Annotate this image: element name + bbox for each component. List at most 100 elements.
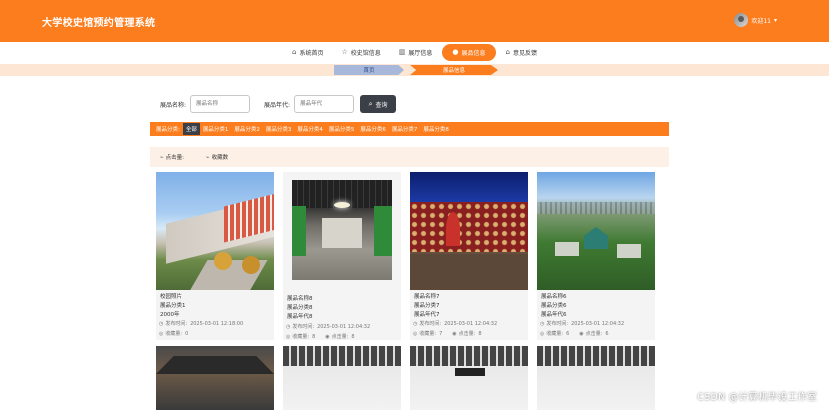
era-label: 展品年代: — [264, 101, 291, 109]
fav-label: 收藏量: — [419, 331, 437, 337]
breadcrumb-current: 展品信息 — [410, 65, 498, 75]
watermark: CSDN @计算机毕设工作室 — [697, 392, 817, 403]
clock-icon: ◷ — [413, 320, 418, 327]
published-label: 发布时间: — [419, 321, 442, 327]
search-button[interactable]: ⌕ 查询 — [360, 95, 397, 113]
nav-item-museum-info[interactable]: ☆ 校史馆信息 — [333, 44, 388, 60]
clicks-value: 8 — [478, 330, 482, 337]
main-nav: ⌂ 系统首页 ☆ 校史馆信息 ▥ 展厅信息 ● 展品信息 ⌂ 意见反馈 — [0, 42, 829, 62]
name-label: 展品名称: — [160, 101, 187, 109]
exhibit-stats: ◎ 收藏量: 8 ◉ 点击量: 8 — [286, 333, 355, 341]
published-value: 2025-03-01 12:04:32 — [571, 320, 625, 327]
fav-label: 收藏量: — [546, 331, 564, 337]
exhibit-name: 校园照片 — [160, 294, 183, 300]
exhibit-category: 展品分类8 — [287, 305, 313, 311]
exhibit-category: 展品分类7 — [414, 303, 440, 309]
eye-icon: ◉ — [325, 333, 330, 340]
exhibit-category: 展品分类6 — [541, 303, 567, 309]
exhibit-card[interactable]: 校园照片 展品分类1 2000年 ◷ 发布时间: 2025-03-01 12:1… — [156, 172, 274, 340]
user-menu[interactable]: 欢迎11 ▾ — [734, 13, 777, 27]
clicks-label: 点击量: — [458, 331, 476, 337]
exhibit-stats: ◎ 收藏量: 7 ◉ 点击量: 8 — [413, 330, 482, 338]
published-label: 发布时间: — [165, 321, 188, 327]
exhibit-name: 展品名称6 — [541, 294, 567, 300]
category-label: 展品分类: — [156, 127, 180, 133]
clock-icon: ◷ — [286, 323, 291, 330]
exhibit-published: ◷ 发布时间: 2025-03-01 12:04:32 — [413, 320, 498, 328]
category-all[interactable]: 全部 — [182, 123, 200, 135]
category-item[interactable]: 展品分类4 — [294, 123, 326, 135]
exhibit-card[interactable]: 展品名称6 展品分类6 展品年代6 ◷ 发布时间: 2025-03-01 12:… — [537, 172, 655, 340]
nav-item-hall-info[interactable]: ▥ 展厅信息 — [391, 44, 441, 60]
category-item[interactable]: 展品分类3 — [263, 123, 295, 135]
exhibit-published: ◷ 发布时间: 2025-03-01 12:18:00 — [159, 320, 244, 328]
star-icon: ☆ — [341, 48, 348, 56]
exhibit-image[interactable] — [537, 172, 655, 290]
nav-item-label: 意见反馈 — [512, 49, 537, 57]
exhibit-card[interactable] — [537, 346, 655, 410]
exhibit-category: 展品分类1 — [160, 303, 186, 309]
clicks-label: 点击量: — [585, 331, 603, 337]
exhibit-image[interactable] — [156, 172, 274, 290]
exhibit-card[interactable]: 展品名称7 展品分类7 展品年代7 ◷ 发布时间: 2025-03-01 12:… — [410, 172, 528, 340]
exhibit-stats: ◎ 收藏量: 0 — [159, 330, 189, 338]
eye-icon: ◉ — [579, 330, 584, 337]
avatar[interactable] — [734, 13, 749, 27]
exhibit-published: ◷ 发布时间: 2025-03-01 12:04:32 — [540, 320, 625, 328]
category-item[interactable]: 展品分类1 — [200, 123, 232, 135]
nav-item-feedback[interactable]: ⌂ 意见反馈 — [498, 44, 545, 60]
name-search-input[interactable] — [190, 95, 251, 113]
category-item[interactable]: 展品分类2 — [231, 123, 263, 135]
sort-icon: ⌁ — [205, 153, 210, 161]
exhibit-card[interactable] — [410, 346, 528, 410]
exhibit-era: 展品年代6 — [541, 312, 567, 318]
sort-favorites-label: 收藏数 — [211, 155, 229, 161]
published-value: 2025-03-01 12:04:32 — [444, 320, 498, 327]
exhibit-image[interactable] — [156, 346, 274, 410]
sort-by-favorites[interactable]: ⌁ 收藏数 — [205, 153, 229, 162]
published-label: 发布时间: — [546, 321, 569, 327]
home-icon: ⌂ — [292, 48, 297, 56]
nav-item-exhibit-info[interactable]: ● 展品信息 — [442, 43, 496, 61]
heart-icon: ◎ — [413, 330, 418, 337]
category-item[interactable]: 展品分类6 — [357, 123, 389, 135]
user-greeting[interactable]: 欢迎11 — [751, 16, 771, 25]
exhibit-image[interactable] — [292, 180, 392, 280]
exhibit-image[interactable] — [410, 346, 528, 410]
exhibit-card[interactable]: 展品名称8 展品分类8 展品年代8 ◷ 发布时间: 2025-03-01 12:… — [283, 172, 401, 340]
exhibit-name: 展品名称8 — [287, 296, 313, 302]
sort-bar: ⌁ 点击量: ⌁ 收藏数 — [150, 147, 669, 167]
top-header: 大学校史馆预约管理系统 欢迎11 ▾ — [0, 0, 829, 42]
site-title: 大学校史馆预约管理系统 — [42, 18, 156, 29]
exhibit-icon: ● — [452, 48, 459, 56]
exhibit-card[interactable] — [156, 346, 274, 410]
era-search-input[interactable] — [294, 95, 355, 113]
search-form: 展品名称: 展品年代: ⌕ 查询 — [160, 95, 397, 113]
fav-value: 7 — [439, 330, 443, 337]
exhibit-image[interactable] — [537, 346, 655, 410]
breadcrumb-home[interactable]: 首页 — [334, 65, 404, 75]
category-item[interactable]: 展品分类8 — [420, 123, 452, 135]
sort-clicks-label: 点击量: — [165, 155, 184, 161]
search-button-label: 查询 — [375, 101, 388, 109]
category-item[interactable]: 展品分类5 — [326, 123, 358, 135]
exhibit-image[interactable] — [410, 172, 528, 290]
fav-value: 8 — [312, 333, 316, 340]
exhibit-card[interactable] — [283, 346, 401, 410]
category-filter: 展品分类: 全部 展品分类1 展品分类2 展品分类3 展品分类4 展品分类5 展… — [150, 122, 669, 136]
heart-icon: ◎ — [286, 333, 291, 340]
eye-icon: ◉ — [452, 330, 457, 337]
chevron-down-icon[interactable]: ▾ — [774, 17, 777, 24]
clicks-label: 点击量: — [331, 334, 349, 340]
category-item[interactable]: 展品分类7 — [389, 123, 421, 135]
breadcrumb: 首页 展品信息 — [0, 64, 829, 76]
nav-item-home[interactable]: ⌂ 系统首页 — [284, 44, 331, 60]
clock-icon: ◷ — [159, 320, 164, 327]
exhibit-era: 2000年 — [160, 312, 180, 318]
nav-item-label: 展品信息 — [461, 49, 486, 57]
fav-value: 0 — [185, 330, 189, 337]
published-value: 2025-03-01 12:18:00 — [190, 320, 244, 327]
sort-by-clicks[interactable]: ⌁ 点击量: — [160, 153, 184, 162]
clicks-value: 8 — [351, 333, 355, 340]
exhibit-image[interactable] — [283, 346, 401, 410]
